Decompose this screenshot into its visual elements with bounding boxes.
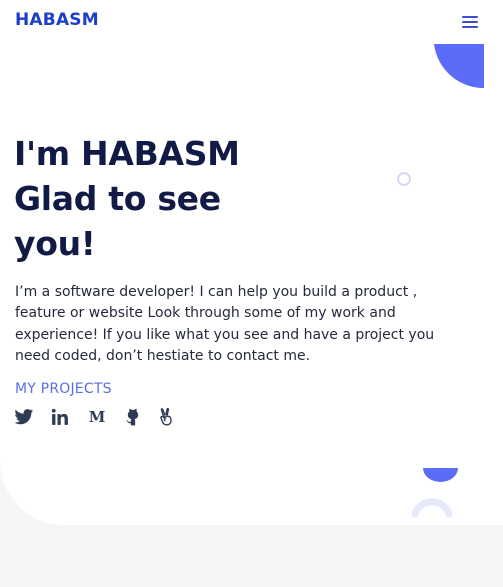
headline-line: I'm HABASM xyxy=(14,134,240,173)
headline-line: Glad to see xyxy=(14,179,221,218)
intro-text: I’m a software developer! I can help you… xyxy=(15,284,435,364)
decor-ring xyxy=(397,172,411,186)
twitter-icon[interactable] xyxy=(14,407,34,427)
hero-section: HABASM I'm HABASM Glad to see you! I’m a… xyxy=(0,0,503,525)
github-icon[interactable] xyxy=(123,407,143,427)
hero-headline: I'm HABASM Glad to see you! xyxy=(14,131,304,266)
menu-line xyxy=(462,16,478,18)
site-logo[interactable]: HABASM xyxy=(15,10,99,30)
medium-icon[interactable]: M xyxy=(87,407,107,427)
my-projects-link[interactable]: MY PROJECTS xyxy=(15,381,112,397)
headline-line: you! xyxy=(14,224,96,263)
angellist-icon[interactable] xyxy=(156,407,176,427)
page: HABASM I'm HABASM Glad to see you! I’m a… xyxy=(0,0,503,587)
menu-button[interactable] xyxy=(460,14,482,30)
linkedin-icon[interactable] xyxy=(50,407,70,427)
menu-line xyxy=(462,21,478,23)
decor-arch xyxy=(411,468,458,518)
svg-text:M: M xyxy=(89,408,106,426)
menu-line xyxy=(462,26,478,28)
decor-quarter-circle xyxy=(434,44,484,89)
